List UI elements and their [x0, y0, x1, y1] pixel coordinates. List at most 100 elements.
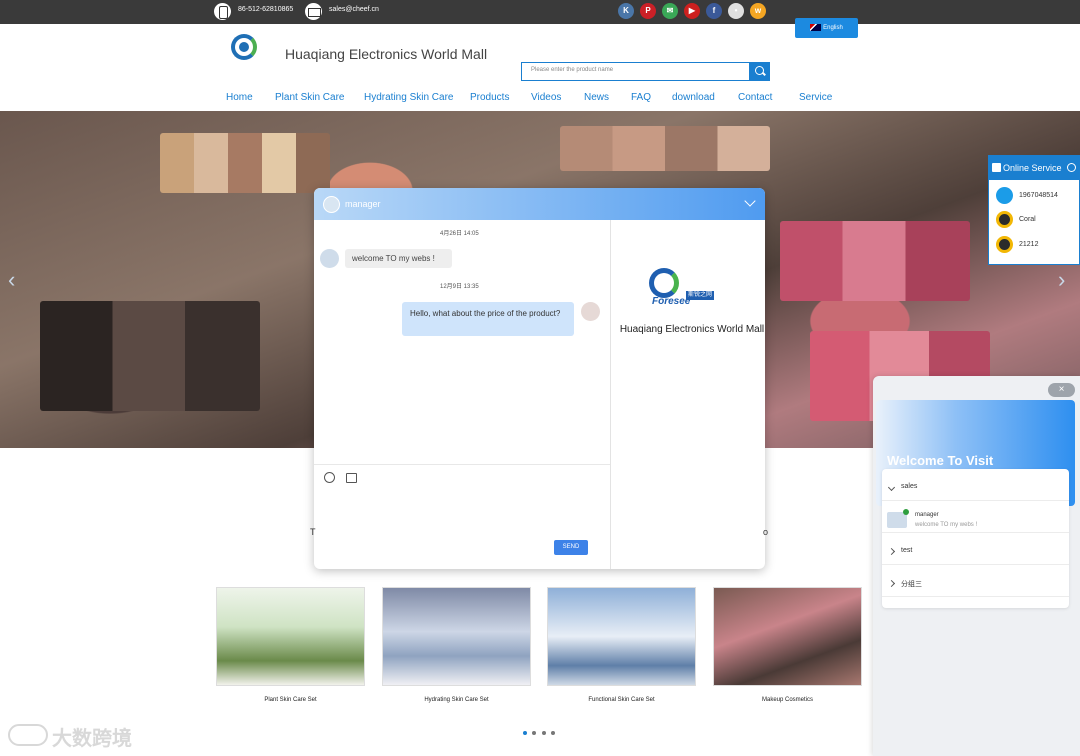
service-contact-qq[interactable]: 21212	[989, 233, 1079, 257]
foresee-logo-icon	[649, 268, 679, 298]
agent-name: manager	[345, 199, 381, 209]
carousel-dot[interactable]	[551, 731, 555, 735]
email-share-icon[interactable]: ✉	[662, 3, 678, 19]
contact-groups: sales manager welcome TO my webs ! test …	[882, 469, 1069, 608]
watermark-logo-icon	[8, 724, 48, 746]
pinterest-icon[interactable]: P	[640, 3, 656, 19]
hero-next-arrow[interactable]: ›	[1058, 267, 1072, 293]
group-three[interactable]: 分组三	[882, 579, 1069, 589]
group-label: 分组三	[901, 581, 922, 588]
image-upload-icon[interactable]	[346, 473, 357, 483]
message-timestamp: 12月9日 13:35	[440, 284, 479, 290]
product-label[interactable]: Makeup Cosmetics	[713, 697, 862, 703]
contact-label: 21212	[1019, 241, 1039, 248]
product-image[interactable]	[382, 587, 531, 686]
message-timestamp: 4月26日 14:05	[440, 231, 479, 237]
nav-contact[interactable]: Contact	[738, 92, 772, 103]
group-label: sales	[901, 483, 918, 490]
site-logo[interactable]	[231, 34, 257, 60]
qq-icon	[996, 211, 1013, 228]
phone-icon	[214, 3, 231, 20]
nav-hydrating-skin-care[interactable]: Hydrating Skin Care	[364, 92, 453, 103]
top-bar: 86-512-62810865 sales@cheef.cn K P ✉ ▶ f • w	[0, 0, 1080, 24]
product-image[interactable]	[713, 587, 862, 686]
section-heading-fragment: T	[310, 527, 316, 537]
product-label[interactable]: Hydrating Skin Care Set	[382, 697, 531, 703]
welcome-title: Welcome To Visit	[887, 453, 994, 468]
carousel-dot[interactable]	[523, 731, 527, 735]
phone-number: 86-512-62810865	[238, 6, 294, 13]
composer-divider	[314, 464, 610, 465]
search-button[interactable]	[749, 62, 770, 81]
qq-icon	[996, 236, 1013, 253]
nav-home[interactable]: Home	[226, 92, 253, 103]
online-service-title: Online Service	[1003, 163, 1062, 173]
watermark: 大数跨境	[52, 728, 132, 750]
site-title: Huaqiang Electronics World Mall	[285, 46, 488, 62]
uk-flag-icon	[810, 23, 822, 31]
carousel-dot[interactable]	[542, 731, 546, 735]
welcome-widget: × Welcome To Visit sales manager welcome…	[873, 376, 1080, 756]
divider	[882, 564, 1069, 565]
nav-news[interactable]: News	[584, 92, 609, 103]
youtube-icon[interactable]: ▶	[684, 3, 700, 19]
user-message: Hello, what about the price of the produ…	[402, 302, 574, 336]
user-avatar	[581, 302, 600, 321]
mail-icon	[305, 3, 322, 20]
brand-name: Huaqiang Electronics World Mall	[619, 324, 765, 335]
group-sales[interactable]: sales	[882, 483, 1069, 490]
online-status-dot	[903, 509, 909, 515]
chat-divider	[610, 220, 611, 569]
search-input[interactable]: Please enter the product name	[521, 62, 750, 81]
skype-icon	[996, 187, 1013, 204]
chat-header: manager	[314, 188, 765, 220]
help-icon[interactable]	[1067, 163, 1076, 172]
language-selector[interactable]: English	[795, 18, 858, 38]
language-label: English	[823, 25, 843, 31]
online-service-panel: Online Service 1967048514 Coral 21212	[988, 155, 1080, 265]
nav-videos[interactable]: Videos	[531, 92, 561, 103]
contact-label: Coral	[1019, 216, 1036, 223]
divider	[882, 500, 1069, 501]
nav-service[interactable]: Service	[799, 92, 832, 103]
product-image[interactable]	[216, 587, 365, 686]
agent-avatar	[323, 196, 340, 213]
send-button[interactable]: SEND	[554, 540, 588, 555]
lipstick-palette	[780, 221, 970, 301]
eyeshadow-palette	[160, 133, 330, 193]
facebook-icon[interactable]: f	[706, 3, 722, 19]
divider	[882, 532, 1069, 533]
share-icon[interactable]: •	[728, 3, 744, 19]
nav-download[interactable]: download	[672, 92, 715, 103]
group-label: test	[901, 547, 913, 554]
weibo-icon[interactable]: w	[750, 3, 766, 19]
section-heading-fragment: o	[763, 527, 769, 537]
vk-icon[interactable]: K	[618, 3, 634, 19]
emoji-icon[interactable]	[324, 472, 335, 483]
nav-faq[interactable]: FAQ	[631, 92, 651, 103]
member-name[interactable]: manager	[915, 512, 939, 518]
contact-label: 1967048514	[1019, 192, 1058, 199]
member-last-message: welcome TO my webs !	[915, 522, 978, 528]
close-widget-button[interactable]: ×	[1048, 383, 1075, 397]
product-label[interactable]: Functional Skin Care Set	[547, 697, 696, 703]
chevron-down-icon[interactable]	[744, 195, 756, 207]
carousel-dot[interactable]	[532, 731, 536, 735]
hero-prev-arrow[interactable]: ‹	[8, 267, 22, 293]
agent-message-avatar	[320, 249, 339, 268]
nav-plant-skin-care[interactable]: Plant Skin Care	[275, 92, 344, 103]
eyeshadow-palette	[40, 301, 260, 411]
email-link[interactable]: sales@cheef.cn	[329, 6, 379, 13]
product-image[interactable]	[547, 587, 696, 686]
online-service-header[interactable]: Online Service	[989, 156, 1079, 180]
eyeshadow-palette	[560, 126, 770, 171]
service-contact-qq[interactable]: Coral	[989, 208, 1079, 232]
nav-products[interactable]: Products	[470, 92, 509, 103]
chat-window: manager 4月26日 14:05 welcome TO my webs !…	[314, 188, 765, 569]
agent-message: welcome TO my webs !	[345, 249, 452, 268]
service-contact-skype[interactable]: 1967048514	[989, 184, 1079, 208]
brand-logo: 斯锐之网 Foresee	[649, 268, 729, 312]
group-test[interactable]: test	[882, 547, 1069, 554]
product-label[interactable]: Plant Skin Care Set	[216, 697, 365, 703]
brand-logo-text: Foresee	[652, 296, 691, 307]
